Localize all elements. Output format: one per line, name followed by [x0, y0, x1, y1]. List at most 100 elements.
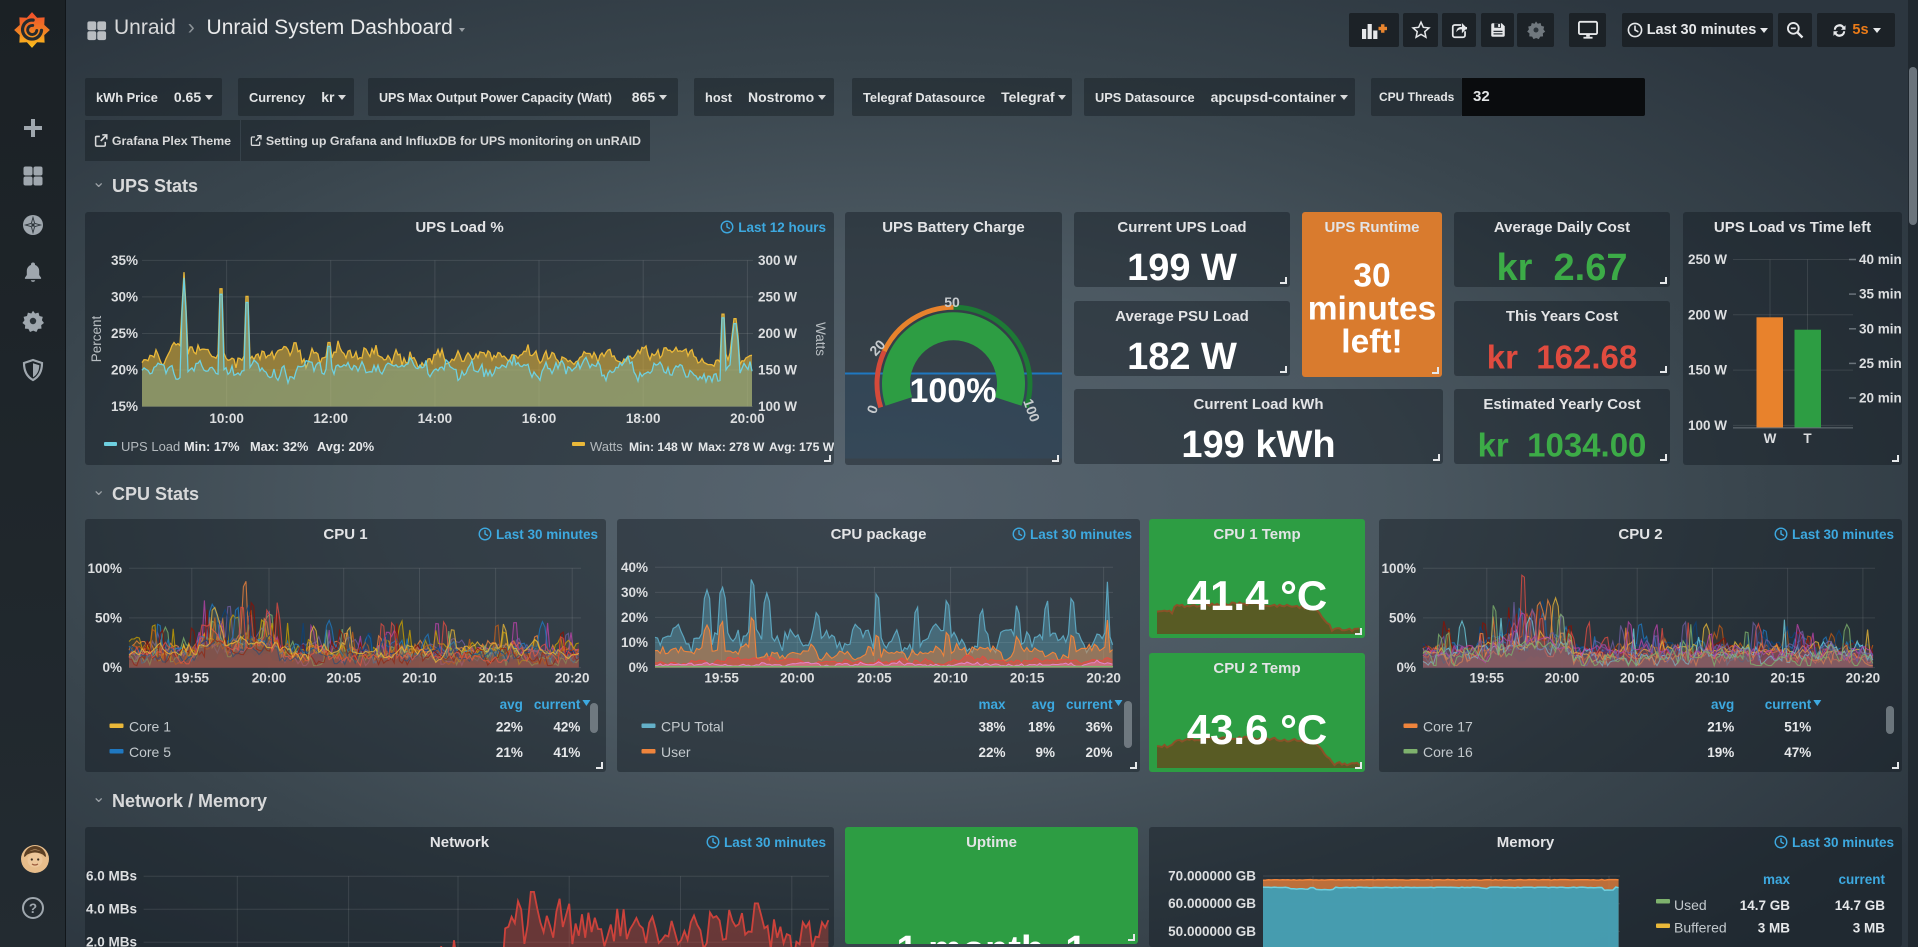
svg-text:30%: 30%: [621, 585, 648, 600]
svg-text:25 min: 25 min: [1859, 356, 1902, 371]
svg-text:20:00: 20:00: [780, 671, 815, 686]
svg-text:W: W: [1764, 431, 1777, 446]
svg-text:Avg: 175 W: Avg: 175 W: [769, 440, 834, 454]
svg-text:22%: 22%: [978, 745, 1005, 760]
svg-text:T: T: [1803, 431, 1812, 446]
svg-text:20%: 20%: [621, 610, 648, 625]
svg-text:40 min: 40 min: [1859, 252, 1902, 267]
svg-text:current: current: [1066, 697, 1113, 712]
svg-text:20%: 20%: [111, 363, 138, 378]
svg-text:Watts: Watts: [813, 322, 828, 356]
svg-text:3 MB: 3 MB: [1853, 921, 1886, 936]
svg-text:max: max: [1763, 872, 1791, 887]
svg-text:12:00: 12:00: [313, 411, 348, 426]
svg-text:150 W: 150 W: [1688, 363, 1727, 378]
svg-text:35 min: 35 min: [1859, 287, 1902, 302]
svg-text:36%: 36%: [1085, 720, 1112, 735]
svg-text:Max: 278 W: Max: 278 W: [698, 440, 765, 454]
svg-text:100 W: 100 W: [758, 399, 797, 414]
svg-text:20:05: 20:05: [326, 671, 361, 686]
svg-text:20:15: 20:15: [1010, 671, 1045, 686]
svg-text:20:20: 20:20: [1846, 671, 1881, 686]
svg-text:20:00: 20:00: [252, 671, 287, 686]
svg-text:100%: 100%: [910, 372, 997, 410]
svg-text:20:20: 20:20: [555, 671, 590, 686]
svg-text:User: User: [661, 744, 691, 760]
svg-text:30 min: 30 min: [1859, 321, 1902, 336]
svg-text:20:05: 20:05: [1620, 671, 1655, 686]
svg-text:Core 16: Core 16: [1423, 744, 1473, 760]
svg-text:22%: 22%: [496, 720, 523, 735]
svg-text:avg: avg: [1711, 697, 1734, 712]
svg-text:Buffered: Buffered: [1674, 920, 1727, 936]
svg-text:20:15: 20:15: [1770, 671, 1805, 686]
svg-text:9%: 9%: [1035, 745, 1055, 760]
svg-text:4.0 MBs: 4.0 MBs: [86, 902, 137, 917]
svg-text:0%: 0%: [628, 660, 648, 675]
svg-text:19:55: 19:55: [1470, 671, 1505, 686]
svg-text:max: max: [978, 697, 1006, 712]
svg-text:?: ?: [29, 901, 37, 916]
svg-text:CPU Total: CPU Total: [661, 719, 724, 735]
svg-text:avg: avg: [1032, 697, 1055, 712]
svg-text:50: 50: [944, 294, 960, 310]
svg-text:20%: 20%: [1085, 745, 1112, 760]
svg-text:current: current: [1838, 872, 1885, 887]
svg-text:19:55: 19:55: [704, 671, 739, 686]
svg-text:38%: 38%: [978, 720, 1005, 735]
svg-text:Watts: Watts: [590, 439, 623, 454]
svg-text:100%: 100%: [87, 561, 122, 576]
svg-text:47%: 47%: [1784, 745, 1811, 760]
svg-text:19%: 19%: [1707, 745, 1734, 760]
svg-text:20: 20: [866, 336, 888, 358]
svg-text:18%: 18%: [1028, 720, 1055, 735]
svg-text:14:00: 14:00: [418, 411, 453, 426]
svg-text:14.7 GB: 14.7 GB: [1835, 898, 1886, 913]
svg-text:20:10: 20:10: [402, 671, 437, 686]
svg-text:2.0 MBs: 2.0 MBs: [86, 935, 137, 947]
svg-text:30%: 30%: [111, 289, 138, 304]
svg-text:25%: 25%: [111, 326, 138, 341]
svg-text:Core 17: Core 17: [1423, 719, 1473, 735]
svg-text:current: current: [534, 697, 581, 712]
svg-text:21%: 21%: [496, 745, 523, 760]
svg-text:3 MB: 3 MB: [1758, 921, 1791, 936]
svg-text:UPS Load: UPS Load: [121, 439, 180, 454]
svg-text:Percent: Percent: [89, 315, 104, 362]
svg-text:50%: 50%: [95, 610, 122, 625]
svg-text:20:05: 20:05: [857, 671, 892, 686]
svg-text:20:10: 20:10: [1695, 671, 1730, 686]
svg-text:20:00: 20:00: [1545, 671, 1580, 686]
svg-text:20:15: 20:15: [478, 671, 513, 686]
svg-text:35%: 35%: [111, 253, 138, 268]
svg-text:60.000000 GB: 60.000000 GB: [1168, 896, 1256, 911]
svg-text:10:00: 10:00: [209, 411, 244, 426]
svg-text:6.0 MBs: 6.0 MBs: [86, 869, 137, 884]
svg-text:Min: 148 W: Min: 148 W: [629, 440, 693, 454]
svg-text:70.000000 GB: 70.000000 GB: [1168, 869, 1256, 884]
svg-text:15%: 15%: [111, 399, 138, 414]
svg-text:300 W: 300 W: [758, 253, 797, 268]
svg-text:20 min: 20 min: [1859, 391, 1902, 406]
svg-text:41%: 41%: [553, 745, 580, 760]
svg-text:avg: avg: [500, 697, 523, 712]
svg-text:Used: Used: [1674, 897, 1707, 913]
svg-text:Core 1: Core 1: [129, 719, 171, 735]
svg-text:current: current: [1765, 697, 1812, 712]
svg-text:14.7 GB: 14.7 GB: [1740, 898, 1791, 913]
svg-text:100%: 100%: [1381, 561, 1416, 576]
svg-text:18:00: 18:00: [626, 411, 661, 426]
svg-text:Core 5: Core 5: [129, 744, 171, 760]
svg-text:19:55: 19:55: [175, 671, 210, 686]
svg-text:20:10: 20:10: [933, 671, 968, 686]
svg-text:50.000000 GB: 50.000000 GB: [1168, 924, 1256, 939]
svg-text:0%: 0%: [1396, 660, 1416, 675]
svg-text:42%: 42%: [553, 720, 580, 735]
svg-text:200 W: 200 W: [1688, 307, 1727, 322]
svg-text:20:20: 20:20: [1086, 671, 1121, 686]
svg-text:40%: 40%: [621, 560, 648, 575]
svg-text:16:00: 16:00: [522, 411, 557, 426]
svg-text:50%: 50%: [1389, 610, 1416, 625]
svg-text:0%: 0%: [102, 660, 122, 675]
svg-text:200 W: 200 W: [758, 326, 797, 341]
